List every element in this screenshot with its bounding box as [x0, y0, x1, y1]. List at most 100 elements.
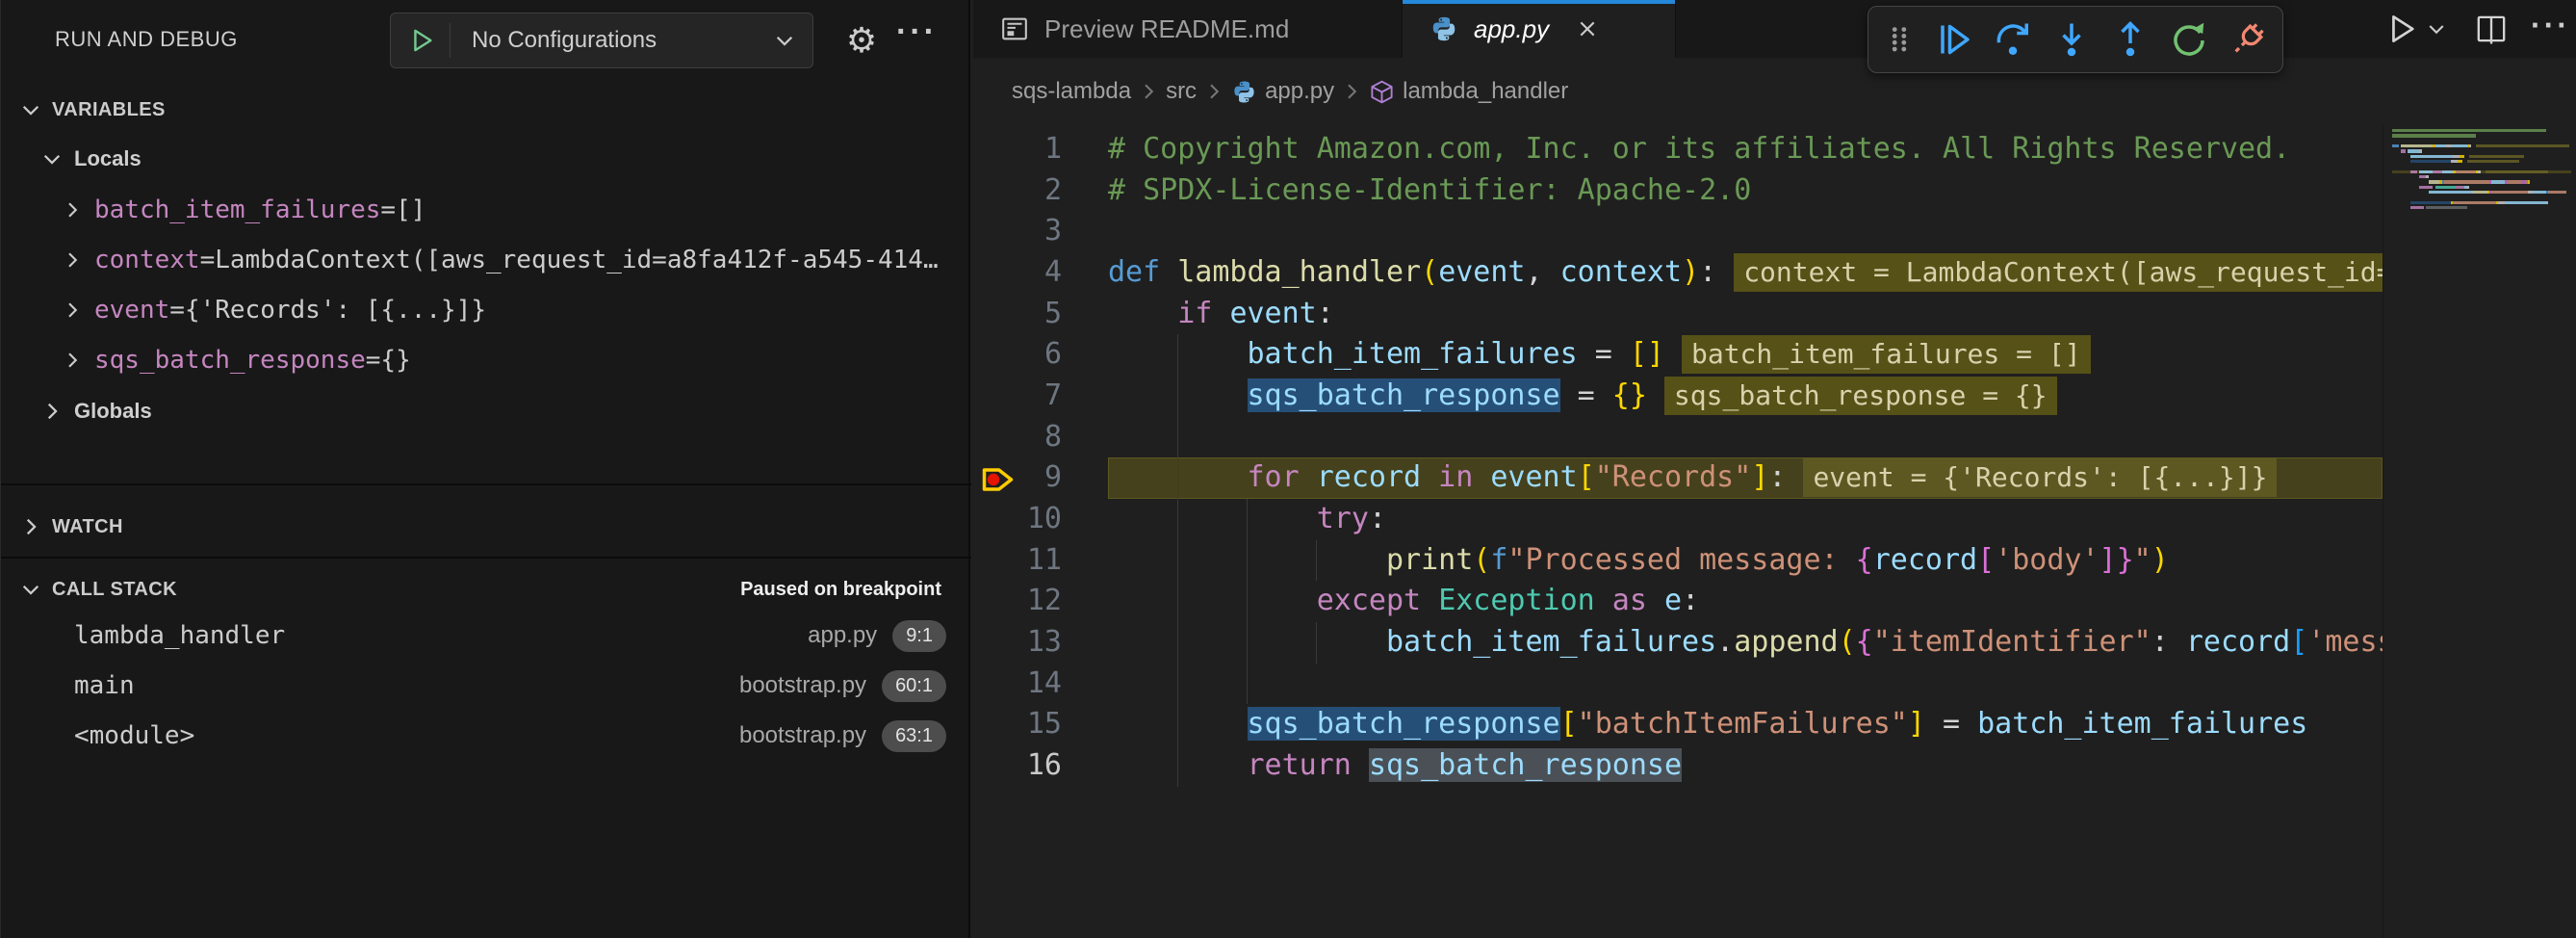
scope-globals[interactable]: Globals [1, 385, 971, 437]
debug-config-dropdown[interactable]: No Configurations [390, 13, 813, 68]
close-icon[interactable] [1574, 15, 1601, 42]
code-line-content[interactable]: for record in event["Records"]:event = {… [1108, 457, 2383, 499]
line-number[interactable]: 12 [973, 581, 1062, 622]
step-out-icon[interactable] [2111, 20, 2150, 59]
variable-row[interactable]: sqs_batch_response = {} [1, 335, 971, 385]
code-token: { [1856, 543, 1873, 577]
inline-debug-value: event = {'Records': [{...}]} [1803, 458, 2277, 497]
chevron-down-icon[interactable] [2425, 17, 2448, 40]
code-token: batch_item_failures [1248, 337, 1578, 371]
stack-frame-row[interactable]: mainbootstrap.py60:1 [1, 661, 971, 711]
line-number[interactable]: 13 [973, 622, 1062, 664]
line-number[interactable]: 8 [973, 417, 1062, 458]
chevron-right-icon [61, 299, 84, 322]
code-line-11: 11 print(f"Processed message: {record['b… [973, 540, 2383, 582]
breadcrumb-item-app-py[interactable]: app.py [1265, 78, 1334, 105]
code-line-content[interactable]: # SPDX-License-Identifier: Apache-2.0 [1108, 170, 2383, 212]
code-line-content[interactable]: sqs_batch_response["batchItemFailures"] … [1108, 704, 2383, 745]
disconnect-icon[interactable] [2228, 20, 2267, 59]
variables-section-header[interactable]: VARIABLES [1, 87, 968, 133]
start-debug-icon[interactable] [407, 26, 436, 55]
minimap-token [2453, 155, 2460, 158]
code-line-content[interactable]: except Exception as e: [1108, 581, 2383, 622]
step-into-icon[interactable] [2052, 20, 2091, 59]
code-line-content[interactable]: sqs_batch_response = {}sqs_batch_respons… [1108, 376, 2383, 417]
code-line-9: 9 for record in event["Records"]:event =… [973, 457, 2383, 499]
breadcrumb-item-src[interactable]: src [1166, 78, 1197, 105]
breadcrumb-item-lambda-handler[interactable]: lambda_handler [1403, 78, 1568, 105]
watch-section-header[interactable]: WATCH [1, 503, 968, 551]
chevron-down-icon [18, 97, 43, 122]
code-token: : [1369, 502, 1386, 535]
code-token: } [2117, 543, 2134, 577]
code-token: "Processed message: [1507, 543, 1855, 577]
code-line-content[interactable] [1108, 211, 2383, 252]
code-line-content[interactable] [1108, 664, 2383, 705]
step-over-icon[interactable] [1994, 20, 2032, 59]
equals: = [366, 346, 381, 375]
chevron-right-icon [61, 248, 84, 272]
line-number[interactable]: 6 [973, 334, 1062, 376]
line-number[interactable]: 16 [973, 745, 1062, 787]
code-line-content[interactable]: def lambda_handler(event, context):conte… [1108, 252, 2383, 294]
indent-guide [1177, 540, 1178, 582]
minimap-token [2460, 155, 2464, 158]
line-number[interactable]: 5 [973, 294, 1062, 335]
code-line-content[interactable] [1108, 417, 2383, 458]
restart-icon[interactable] [2170, 20, 2208, 59]
line-number[interactable]: 3 [973, 211, 1062, 252]
stack-frame-row[interactable]: <module>bootstrap.py63:1 [1, 711, 971, 761]
chevron-right-icon [39, 399, 64, 424]
line-number[interactable]: 15 [973, 704, 1062, 745]
gear-icon[interactable]: ⚙ [840, 19, 883, 62]
minimap-line [2392, 201, 2571, 204]
line-number[interactable]: 7 [973, 376, 1062, 417]
scope-locals[interactable]: Locals [1, 133, 971, 185]
code-line-content[interactable]: # Copyright Amazon.com, Inc. or its affi… [1108, 129, 2383, 170]
run-python-file-icon[interactable] [2384, 12, 2419, 46]
line-number[interactable]: 10 [973, 499, 1062, 540]
chevron-down-icon [772, 28, 797, 53]
call-stack-section-header[interactable]: CALL STACK Paused on breakpoint [1, 566, 968, 612]
line-number[interactable]: 9 [973, 457, 1062, 499]
variable-row[interactable]: batch_item_failures = [] [1, 185, 971, 235]
inline-debug-value: batch_item_failures = [] [1682, 335, 2091, 374]
minimap[interactable] [2383, 125, 2576, 938]
line-number[interactable]: 1 [973, 129, 1062, 170]
divider [450, 23, 451, 58]
indent-guide [1177, 457, 1178, 499]
code-editor[interactable]: 1 # Copyright Amazon.com, Inc. or its aff… [973, 125, 2383, 938]
sidebar-more-actions-icon[interactable]: ··· [896, 13, 938, 51]
inline-debug-value: context = LambdaContext([aws_request_id=… [1734, 253, 2383, 292]
tab-preview-readme-md[interactable]: Preview README.md [973, 0, 1403, 58]
variable-row[interactable]: context = LambdaContext([aws_request_id=… [1, 235, 971, 285]
code-token: : [2151, 625, 2186, 659]
code-line-content[interactable]: return sqs_batch_response [1108, 745, 2383, 787]
stack-frame-row[interactable]: lambda_handlerapp.py9:1 [1, 611, 971, 661]
code-line-content[interactable]: print(f"Processed message: {record['body… [1108, 540, 2383, 582]
code-line-content[interactable]: if event: [1108, 294, 2383, 335]
code-token: 'body' [1995, 543, 2099, 577]
occurrence-highlight: sqs_batch_response [1248, 378, 1560, 412]
minimap-line [2392, 170, 2571, 173]
continue-icon[interactable] [1935, 20, 1973, 59]
code-line-7: 7 sqs_batch_response = {}sqs_batch_respo… [973, 376, 2383, 417]
code-line-content[interactable]: batch_item_failures.append({"itemIdentif… [1108, 622, 2383, 664]
variable-row[interactable]: event = {'Records': [{...}]} [1, 285, 971, 335]
line-number[interactable]: 14 [973, 664, 1062, 705]
split-editor-icon[interactable] [2475, 13, 2508, 45]
editor-more-actions-icon[interactable]: ··· [2531, 8, 2570, 43]
indent-guide [1316, 540, 1317, 582]
line-number[interactable]: 4 [973, 252, 1062, 294]
code-line-6: 6 batch_item_failures = []batch_item_fai… [973, 334, 2383, 376]
tab-app-py[interactable]: app.py [1403, 0, 1676, 58]
indent-guide [1177, 417, 1178, 458]
code-token [1108, 297, 1177, 330]
line-number[interactable]: 11 [973, 540, 1062, 582]
code-line-content[interactable]: try: [1108, 499, 2383, 540]
line-number[interactable]: 2 [973, 170, 1062, 212]
code-line-content[interactable]: batch_item_failures = [] batch_item_failu… [1108, 334, 2383, 376]
breadcrumb-item-sqs-lambda[interactable]: sqs-lambda [1012, 78, 1131, 105]
minimap-line [2392, 149, 2571, 152]
drag-handle-icon[interactable] [1884, 20, 1915, 59]
